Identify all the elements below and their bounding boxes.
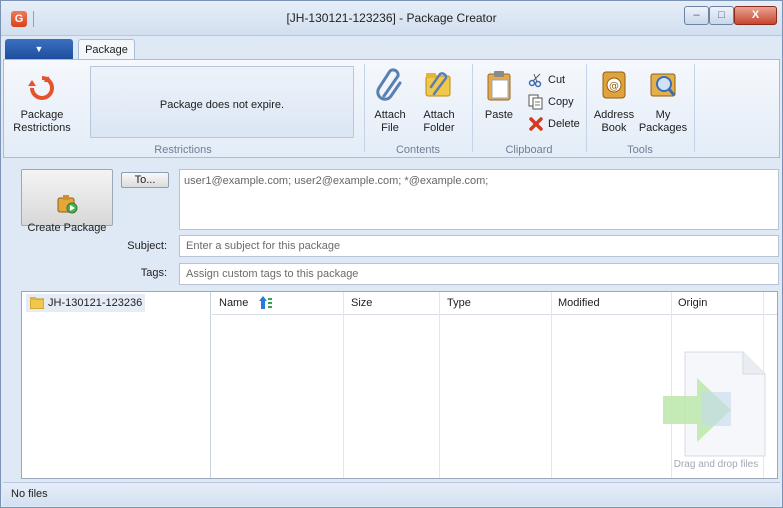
drop-hint-text: Drag and drop files bbox=[673, 459, 759, 470]
clipboard-group-label: Clipboard bbox=[505, 144, 553, 156]
scissors-icon bbox=[528, 72, 544, 88]
contents-group: Attach File Attach Folder Contents bbox=[366, 60, 470, 157]
ribbon-separator bbox=[586, 64, 587, 152]
column-name-label: Name bbox=[219, 297, 249, 309]
create-package-button[interactable]: Create Package bbox=[21, 169, 113, 234]
paste-label: Paste bbox=[484, 109, 514, 121]
copy-label: Copy bbox=[548, 96, 574, 108]
maximize-button[interactable]: □ bbox=[709, 6, 734, 25]
tree-root-item[interactable]: JH-130121-123236 bbox=[26, 294, 146, 312]
address-book-label: Address Book bbox=[593, 109, 635, 134]
status-bar: No files bbox=[3, 482, 780, 506]
file-panel: JH-130121-123236 Name Size Type Modified… bbox=[21, 291, 778, 479]
attach-folder-label: Attach Folder bbox=[423, 109, 455, 134]
file-list[interactable]: Name Size Type Modified Origin Drag and … bbox=[212, 292, 777, 478]
ribbon-separator bbox=[472, 64, 473, 152]
to-button[interactable]: To... bbox=[121, 172, 169, 188]
tags-field[interactable]: Assign custom tags to this package bbox=[179, 263, 779, 285]
title-bar: G [JH-130121-123236] - Package Creator –… bbox=[1, 1, 782, 36]
delete-x-icon bbox=[528, 116, 544, 132]
column-origin-label: Origin bbox=[678, 297, 708, 309]
delete-label: Delete bbox=[548, 118, 580, 130]
package-restrictions-button[interactable]: Package Restrictions bbox=[10, 74, 74, 135]
column-type-label: Type bbox=[447, 297, 471, 309]
ribbon-panel: Package Restrictions Package does not ex… bbox=[3, 59, 780, 158]
column-name[interactable]: Name bbox=[212, 292, 344, 478]
column-size[interactable]: Size bbox=[344, 292, 440, 478]
ribbon-separator bbox=[364, 64, 365, 152]
folder-icon bbox=[30, 297, 44, 309]
clipboard-group: Paste Cut Copy Delete Clipboard bbox=[474, 60, 584, 157]
minimize-button[interactable]: – bbox=[684, 6, 709, 25]
cut-button[interactable]: Cut bbox=[528, 72, 565, 88]
column-modified[interactable]: Modified bbox=[552, 292, 672, 478]
refresh-restrictions-icon bbox=[28, 76, 54, 100]
paperclip-icon bbox=[376, 68, 402, 101]
svg-text:@: @ bbox=[609, 81, 619, 92]
ribbon-tab-bar: ▼ Package bbox=[1, 37, 782, 61]
cut-label: Cut bbox=[548, 74, 566, 86]
contents-group-label: Contents bbox=[395, 144, 441, 156]
restrictions-group: Package Restrictions Package does not ex… bbox=[4, 60, 362, 157]
application-menu-button[interactable]: ▼ bbox=[5, 39, 73, 60]
column-size-label: Size bbox=[351, 297, 373, 309]
package-creator-window: G [JH-130121-123236] - Package Creator –… bbox=[0, 0, 783, 508]
tab-package[interactable]: Package bbox=[78, 39, 135, 61]
package-icon bbox=[57, 195, 78, 214]
attach-file-label: Attach File bbox=[374, 109, 406, 134]
subject-field[interactable]: Enter a subject for this package bbox=[179, 235, 779, 257]
tree-root-label: JH-130121-123236 bbox=[48, 297, 143, 309]
sort-ascending-icon[interactable] bbox=[259, 296, 273, 310]
column-modified-label: Modified bbox=[558, 297, 600, 309]
restrictions-group-label: Restrictions bbox=[154, 144, 212, 156]
restrictions-status[interactable]: Package does not expire. bbox=[90, 66, 354, 138]
folder-tree[interactable]: JH-130121-123236 bbox=[22, 292, 211, 478]
drag-drop-file-icon bbox=[663, 351, 766, 457]
recipients-field[interactable]: user1@example.com; user2@example.com; *@… bbox=[179, 169, 779, 230]
attach-file-button[interactable]: Attach File bbox=[368, 68, 412, 135]
subject-label: Subject: bbox=[127, 240, 167, 252]
ribbon-separator bbox=[694, 64, 695, 152]
address-book-button[interactable]: @ Address Book bbox=[590, 68, 638, 135]
chevron-down-icon: ▼ bbox=[34, 44, 44, 54]
tags-label: Tags: bbox=[140, 267, 167, 279]
create-package-label: Create Package bbox=[27, 222, 107, 234]
copy-button[interactable]: Copy bbox=[528, 94, 574, 110]
window-title: [JH-130121-123236] - Package Creator bbox=[286, 11, 497, 25]
tools-group: @ Address Book My Packages Tools bbox=[588, 60, 692, 157]
my-packages-label: My Packages bbox=[638, 109, 688, 134]
close-button[interactable]: X bbox=[734, 6, 777, 25]
drop-zone[interactable]: Drag and drop files bbox=[661, 348, 771, 472]
paste-icon bbox=[487, 71, 511, 101]
paste-button[interactable]: Paste bbox=[480, 68, 518, 122]
attach-folder-button[interactable]: Attach Folder bbox=[416, 68, 462, 135]
status-text: No files bbox=[11, 488, 48, 500]
copy-icon bbox=[528, 94, 544, 110]
address-book-icon: @ bbox=[602, 71, 626, 99]
delete-button[interactable]: Delete bbox=[528, 116, 580, 132]
tools-group-label: Tools bbox=[627, 144, 653, 156]
search-packages-icon bbox=[650, 73, 676, 97]
column-type[interactable]: Type bbox=[440, 292, 552, 478]
package-form: Create Package To... user1@example.com; … bbox=[3, 160, 780, 288]
folder-attach-icon bbox=[425, 72, 451, 97]
package-restrictions-label: Package Restrictions bbox=[13, 109, 71, 134]
my-packages-button[interactable]: My Packages bbox=[638, 68, 688, 135]
